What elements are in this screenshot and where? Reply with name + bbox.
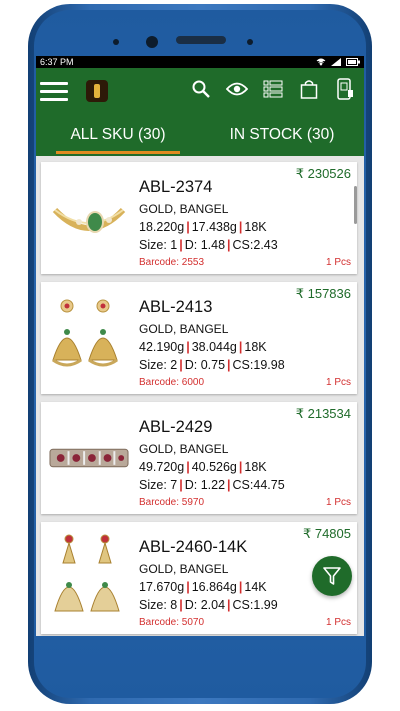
app-logo bbox=[86, 80, 108, 102]
product-barcode: Barcode: 2553 bbox=[139, 257, 205, 268]
weight-row: 49.720g | 40.526g | 18K bbox=[139, 460, 267, 474]
net-weight: 16.864g bbox=[191, 580, 237, 594]
weight-row: 42.190g | 38.044g | 18K bbox=[139, 340, 267, 354]
view-icon[interactable] bbox=[226, 78, 248, 100]
product-price: ₹ 74805 bbox=[302, 526, 351, 541]
search-icon[interactable] bbox=[190, 78, 212, 100]
tab-all-sku[interactable]: ALL SKU (30) bbox=[36, 114, 200, 156]
earpiece-speaker bbox=[176, 36, 226, 44]
product-card[interactable]: ABL-2429 GOLD, BANGEL 49.720g | 40.526g | 18… bbox=[41, 402, 357, 514]
product-quantity: 1 Pcs bbox=[325, 377, 351, 388]
product-image bbox=[49, 416, 129, 500]
weight-row: 18.220g | 17.438g | 18K bbox=[139, 220, 267, 234]
size: Size: 8 bbox=[139, 598, 178, 612]
app-screen: 6:37 PM ALL SKU (30) IN STOCK (30) ABL-2… bbox=[36, 56, 364, 636]
product-card[interactable]: ABL-2413 GOLD, BANGEL 42.190g | 38.044g | 18… bbox=[41, 282, 357, 394]
product-barcode: Barcode: 5070 bbox=[139, 617, 205, 628]
product-image bbox=[49, 296, 129, 380]
size-row: Size: 8 | D: 2.04 | CS:1.99 bbox=[139, 598, 278, 612]
diamond-weight: D: 1.48 bbox=[184, 238, 226, 252]
product-card[interactable]: ABL-2374 GOLD, BANGEL 18.220g | 17.438g | 18… bbox=[41, 162, 357, 274]
gross-weight: 18.220g bbox=[139, 220, 185, 234]
menu-icon[interactable] bbox=[40, 81, 68, 101]
front-camera bbox=[146, 36, 158, 48]
purity: 18K bbox=[244, 220, 267, 234]
product-price: ₹ 230526 bbox=[295, 166, 351, 181]
product-category: GOLD, BANGEL bbox=[139, 202, 229, 216]
tab-bar: ALL SKU (30) IN STOCK (30) bbox=[36, 114, 364, 156]
net-weight: 40.526g bbox=[191, 460, 237, 474]
product-sku: ABL-2460-14K bbox=[139, 538, 248, 556]
product-sku: ABL-2413 bbox=[139, 298, 213, 316]
product-quantity: 1 Pcs bbox=[325, 617, 351, 628]
product-barcode: Barcode: 6000 bbox=[139, 377, 205, 388]
product-category: GOLD, BANGEL bbox=[139, 322, 229, 336]
size: Size: 2 bbox=[139, 358, 178, 372]
color-stone-weight: CS:44.75 bbox=[232, 478, 285, 492]
list-view-icon[interactable] bbox=[262, 78, 284, 100]
diamond-weight: D: 2.04 bbox=[184, 598, 226, 612]
product-category: GOLD, BANGEL bbox=[139, 562, 229, 576]
purity: 18K bbox=[244, 340, 267, 354]
gross-weight: 49.720g bbox=[139, 460, 185, 474]
status-bar: 6:37 PM bbox=[36, 56, 364, 68]
product-quantity: 1 Pcs bbox=[325, 257, 351, 268]
battery-icon bbox=[346, 58, 360, 66]
color-stone-weight: CS:19.98 bbox=[232, 358, 285, 372]
product-category: GOLD, BANGEL bbox=[139, 442, 229, 456]
purity: 14K bbox=[244, 580, 267, 594]
size-row: Size: 2 | D: 0.75 | CS:19.98 bbox=[139, 358, 285, 372]
product-sku: ABL-2374 bbox=[139, 178, 213, 196]
color-stone-weight: CS:1.99 bbox=[232, 598, 278, 612]
product-barcode: Barcode: 5970 bbox=[139, 497, 205, 508]
weight-row: 17.670g | 16.864g | 14K bbox=[139, 580, 267, 594]
product-card[interactable]: ABL-2460-14K GOLD, BANGEL 17.670g | 16.864… bbox=[41, 522, 357, 634]
tab-in-stock[interactable]: IN STOCK (30) bbox=[200, 114, 364, 156]
net-weight: 17.438g bbox=[191, 220, 237, 234]
filter-button[interactable] bbox=[312, 556, 352, 596]
diamond-weight: D: 0.75 bbox=[184, 358, 226, 372]
color-stone-weight: CS:2.43 bbox=[232, 238, 278, 252]
status-time: 6:37 PM bbox=[40, 57, 74, 67]
shopping-bag-icon[interactable] bbox=[298, 78, 320, 100]
app-toolbar bbox=[36, 68, 364, 114]
scan-device-icon[interactable] bbox=[334, 78, 356, 100]
product-price: ₹ 157836 bbox=[295, 286, 351, 301]
diamond-weight: D: 1.22 bbox=[184, 478, 226, 492]
front-sensor bbox=[113, 39, 119, 45]
product-image bbox=[49, 176, 129, 260]
product-sku: ABL-2429 bbox=[139, 418, 213, 436]
product-quantity: 1 Pcs bbox=[325, 497, 351, 508]
size: Size: 1 bbox=[139, 238, 178, 252]
filter-icon bbox=[323, 567, 341, 585]
size-row: Size: 1 | D: 1.48 | CS:2.43 bbox=[139, 238, 278, 252]
gross-weight: 17.670g bbox=[139, 580, 185, 594]
gross-weight: 42.190g bbox=[139, 340, 185, 354]
size-row: Size: 7 | D: 1.22 | CS:44.75 bbox=[139, 478, 285, 492]
product-image bbox=[49, 534, 129, 620]
list-scrollbar[interactable] bbox=[354, 186, 357, 224]
purity: 18K bbox=[244, 460, 267, 474]
product-price: ₹ 213534 bbox=[295, 406, 351, 421]
signal-icon bbox=[331, 58, 341, 66]
proximity-sensor bbox=[247, 39, 253, 45]
wifi-icon bbox=[316, 58, 326, 66]
size: Size: 7 bbox=[139, 478, 178, 492]
net-weight: 38.044g bbox=[191, 340, 237, 354]
